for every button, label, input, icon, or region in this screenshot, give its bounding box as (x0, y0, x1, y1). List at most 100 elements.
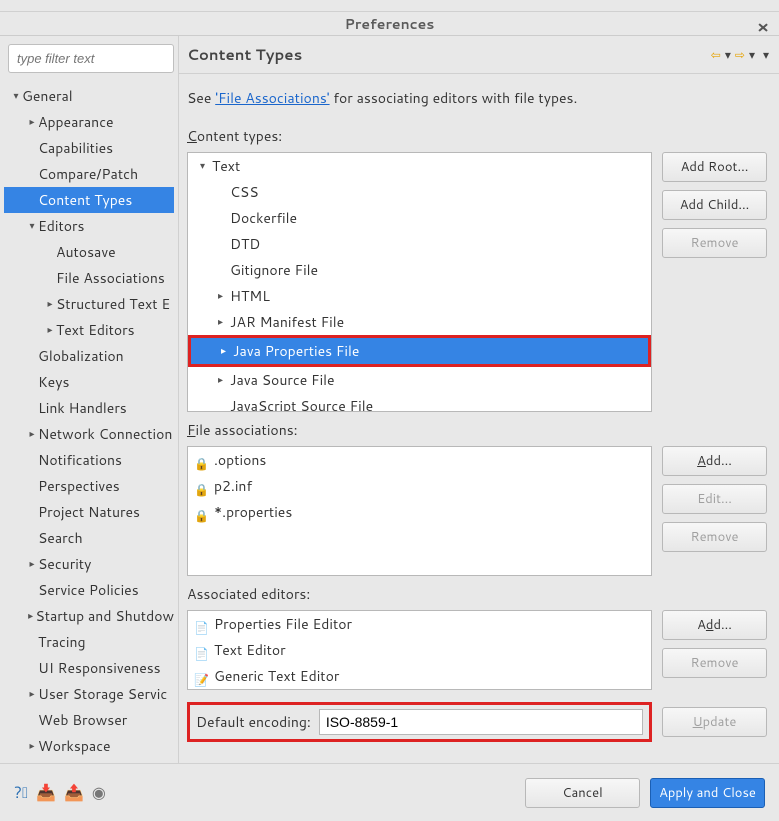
remove-assoc-button: Remove (662, 522, 767, 552)
tree-item-ui-responsiveness[interactable]: UI Responsiveness (4, 655, 174, 681)
tree-item-user-storage[interactable]: ▸User Storage Servic (4, 681, 174, 707)
back-menu-icon[interactable]: ▾ (725, 46, 731, 63)
ae-text-editor[interactable]: Text Editor (188, 637, 651, 663)
tree-item-web-browser[interactable]: Web Browser (4, 707, 174, 733)
export-icon[interactable]: 📤 (64, 781, 84, 804)
file-associations-list[interactable]: .options p2.inf *.properties (187, 446, 652, 576)
title-bar: Preferences × (0, 12, 779, 36)
default-encoding-input[interactable] (319, 709, 643, 735)
lock-icon (194, 505, 208, 519)
chevron-right-icon: ▸ (26, 557, 38, 571)
fa-options[interactable]: .options (188, 447, 651, 473)
tree-item-startup-shutdown[interactable]: ▸Startup and Shutdow (4, 603, 174, 629)
forward-arrow-icon[interactable]: ⇨ (735, 46, 745, 63)
chevron-right-icon: ▸ (26, 739, 38, 753)
tree-item-content-types[interactable]: Content Types (4, 187, 174, 213)
chevron-right-icon: ▸ (26, 427, 38, 441)
ct-dtd[interactable]: DTD (188, 231, 651, 257)
tree-item-general[interactable]: ▾General (4, 83, 174, 109)
chevron-right-icon: ▸ (44, 297, 56, 311)
update-encoding-button: Update (662, 707, 767, 737)
default-encoding-label: Default encoding: (196, 712, 311, 732)
page-title: Content Types (187, 44, 302, 65)
associated-editors-list[interactable]: Properties File Editor Text Editor Gener… (187, 610, 652, 690)
back-arrow-icon[interactable]: ⇦ (711, 46, 721, 63)
ct-html[interactable]: ▸HTML (188, 283, 651, 309)
chevron-down-icon: ▾ (200, 159, 212, 173)
chevron-right-icon: ▸ (44, 323, 56, 337)
associated-editors-label: Associated editors: (187, 584, 767, 604)
view-menu-icon[interactable]: ▾ (763, 46, 769, 63)
tree-item-structured-text[interactable]: ▸Structured Text E (4, 291, 174, 317)
nav-history-icons: ⇦ ▾ ⇨ ▾ ▾ (711, 46, 769, 63)
import-icon[interactable]: 📥 (36, 781, 56, 804)
tree-item-compare-patch[interactable]: Compare/Patch (4, 161, 174, 187)
tree-item-globalization[interactable]: Globalization (4, 343, 174, 369)
tree-item-notifications[interactable]: Notifications (4, 447, 174, 473)
tree-item-security[interactable]: ▸Security (4, 551, 174, 577)
tree-item-capabilities[interactable]: Capabilities (4, 135, 174, 161)
tree-item-workspace[interactable]: ▸Workspace (4, 733, 174, 755)
tree-item-network[interactable]: ▸Network Connection (4, 421, 174, 447)
tree-item-appearance[interactable]: ▸Appearance (4, 109, 174, 135)
document-icon (194, 617, 208, 631)
add-editor-button[interactable]: Add... (662, 610, 767, 640)
tab-strip (0, 0, 779, 12)
file-associations-link[interactable]: 'File Associations' (215, 88, 329, 108)
content-types-tree[interactable]: ▾Text CSS Dockerfile DTD Gitignore File … (187, 152, 652, 412)
info-line: See 'File Associations' for associating … (187, 88, 767, 108)
filter-input[interactable] (8, 44, 174, 73)
forward-menu-icon[interactable]: ▾ (749, 46, 755, 63)
ct-css[interactable]: CSS (188, 179, 651, 205)
add-child-button[interactable]: Add Child... (662, 190, 767, 220)
remove-editor-button: Remove (662, 648, 767, 678)
help-icon[interactable]: ?⃝ (14, 781, 28, 804)
oomph-icon[interactable]: ◉ (92, 781, 106, 804)
tree-item-text-editors[interactable]: ▸Text Editors (4, 317, 174, 343)
sidebar: ▾General ▸Appearance Capabilities Compar… (0, 36, 178, 763)
page-header: Content Types ⇦ ▾ ⇨ ▾ ▾ (179, 36, 779, 74)
tree-item-perspectives[interactable]: Perspectives (4, 473, 174, 499)
tree-item-keys[interactable]: Keys (4, 369, 174, 395)
chevron-down-icon: ▾ (26, 219, 38, 233)
tree-item-autosave[interactable]: Autosave (4, 239, 174, 265)
ct-dockerfile[interactable]: Dockerfile (188, 205, 651, 231)
main-panel: Content Types ⇦ ▾ ⇨ ▾ ▾ See 'File Associ… (178, 36, 779, 763)
ct-java-properties[interactable]: ▸Java Properties File (191, 338, 648, 364)
tree-item-tracing[interactable]: Tracing (4, 629, 174, 655)
ae-properties-editor[interactable]: Properties File Editor (188, 611, 651, 637)
ct-js-source[interactable]: JavaScript Source File (188, 393, 651, 412)
ct-gitignore[interactable]: Gitignore File (188, 257, 651, 283)
ct-text[interactable]: ▾Text (188, 153, 651, 179)
content-types-label: Content types: (187, 126, 767, 146)
tree-item-file-associations[interactable]: File Associations (4, 265, 174, 291)
add-root-button[interactable]: Add Root... (662, 152, 767, 182)
edit-assoc-button: Edit... (662, 484, 767, 514)
default-encoding-group: Default encoding: (187, 702, 652, 742)
chevron-right-icon: ▸ (218, 289, 230, 303)
tree-item-link-handlers[interactable]: Link Handlers (4, 395, 174, 421)
ae-generic-text-editor[interactable]: Generic Text Editor (188, 663, 651, 689)
lock-icon (194, 453, 208, 467)
add-assoc-button[interactable]: Add... (662, 446, 767, 476)
preferences-tree[interactable]: ▾General ▸Appearance Capabilities Compar… (4, 81, 174, 755)
window-title: Preferences (345, 14, 435, 34)
chevron-right-icon: ▸ (221, 344, 233, 358)
file-associations-label: File associations: (187, 420, 767, 440)
ct-java-source[interactable]: ▸Java Source File (188, 367, 651, 393)
fa-properties[interactable]: *.properties (188, 499, 651, 525)
tree-item-editors[interactable]: ▾Editors (4, 213, 174, 239)
fa-p2inf[interactable]: p2.inf (188, 473, 651, 499)
apply-close-button[interactable]: Apply and Close (650, 778, 765, 808)
chevron-right-icon: ▸ (218, 315, 230, 329)
cancel-button[interactable]: Cancel (525, 778, 640, 808)
tree-item-search[interactable]: Search (4, 525, 174, 551)
chevron-right-icon: ▸ (26, 609, 35, 623)
chevron-right-icon: ▸ (26, 687, 38, 701)
remove-type-button: Remove (662, 228, 767, 258)
tree-item-project-natures[interactable]: Project Natures (4, 499, 174, 525)
tree-item-service-policies[interactable]: Service Policies (4, 577, 174, 603)
ct-jar-manifest[interactable]: ▸JAR Manifest File (188, 309, 651, 335)
close-icon[interactable]: × (757, 15, 769, 39)
lock-icon (194, 479, 208, 493)
